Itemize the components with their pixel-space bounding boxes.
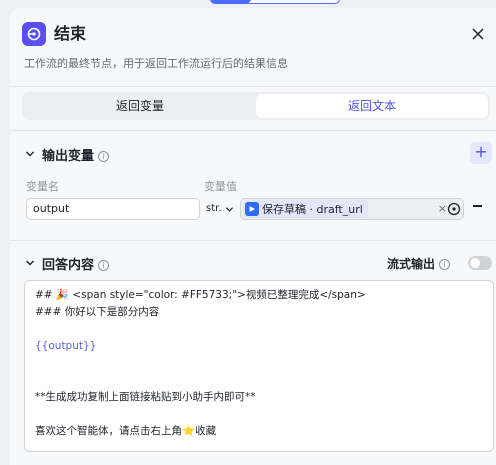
editor-line: 喜欢这个智能体，请点击右上角⭐收藏 xyxy=(35,425,217,437)
editor-line-variable: {{output}} xyxy=(35,340,97,352)
end-node-panel: 结束 工作流的最终节点，用于返回工作流运行后的结果信息 返回变量 返回文本 输出… xyxy=(10,8,496,465)
divider xyxy=(10,130,496,131)
streaming-output-label: 流式输出 i xyxy=(387,255,450,272)
editor-line: ### 你好以下是部分内容 xyxy=(35,306,160,318)
answer-content-editor[interactable]: ## 🎉 <span style="color: #FF5733;">视频已整理… xyxy=(24,280,494,452)
tab-return-variable[interactable]: 返回变量 xyxy=(24,94,256,118)
divider xyxy=(10,240,496,241)
chevron-down-icon[interactable] xyxy=(24,257,36,269)
chevron-down-icon[interactable] xyxy=(24,148,36,160)
panel-header: 结束 工作流的最终节点，用于返回工作流运行后的结果信息 xyxy=(10,8,496,88)
editor-line: ## 🎉 <span style="color: #FF5733;">视频已整理… xyxy=(35,289,366,301)
streaming-output-toggle[interactable] xyxy=(468,256,492,270)
answer-section-header[interactable]: 回答内容 i 流式输出 i xyxy=(10,251,496,275)
chevron-down-icon xyxy=(225,206,233,212)
info-icon[interactable]: i xyxy=(98,150,110,162)
page-title: 结束 xyxy=(54,24,87,43)
info-icon[interactable]: i xyxy=(439,258,450,270)
variable-type-select[interactable]: str. xyxy=(204,198,240,220)
answer-section-title: 回答内容 i xyxy=(42,254,110,273)
clear-reference-icon[interactable]: × xyxy=(438,202,447,215)
remove-variable-button[interactable] xyxy=(473,205,482,207)
close-button[interactable] xyxy=(468,24,488,44)
column-header-value: 变量值 xyxy=(204,180,237,193)
end-node-icon xyxy=(22,22,46,46)
add-variable-button[interactable]: + xyxy=(470,142,492,164)
variable-name-input[interactable]: output xyxy=(26,198,200,220)
plus-icon: + xyxy=(474,142,488,161)
editor-line: **生成成功复制上面链接粘贴到小助手内即可** xyxy=(35,391,256,403)
target-icon[interactable] xyxy=(447,202,461,216)
divider xyxy=(10,86,496,87)
output-section-title: 输出变量 i xyxy=(42,145,110,164)
variable-reference-field[interactable]: 保存草稿 · draft_url × xyxy=(240,198,464,220)
tab-return-text[interactable]: 返回文本 xyxy=(256,94,488,118)
output-section-header[interactable]: 输出变量 i xyxy=(10,142,496,166)
reference-chip[interactable]: 保存草稿 · draft_url xyxy=(243,200,368,218)
plugin-icon xyxy=(245,202,259,216)
return-mode-tabs: 返回变量 返回文本 xyxy=(22,92,490,120)
column-header-name: 变量名 xyxy=(26,180,59,193)
close-icon xyxy=(472,28,484,40)
info-icon[interactable]: i xyxy=(98,259,110,271)
variable-type-label: str. xyxy=(206,203,222,214)
top-connector xyxy=(210,0,340,4)
reference-label: 保存草稿 · draft_url xyxy=(262,203,363,216)
node-description: 工作流的最终节点，用于返回工作流运行后的结果信息 xyxy=(24,57,288,70)
